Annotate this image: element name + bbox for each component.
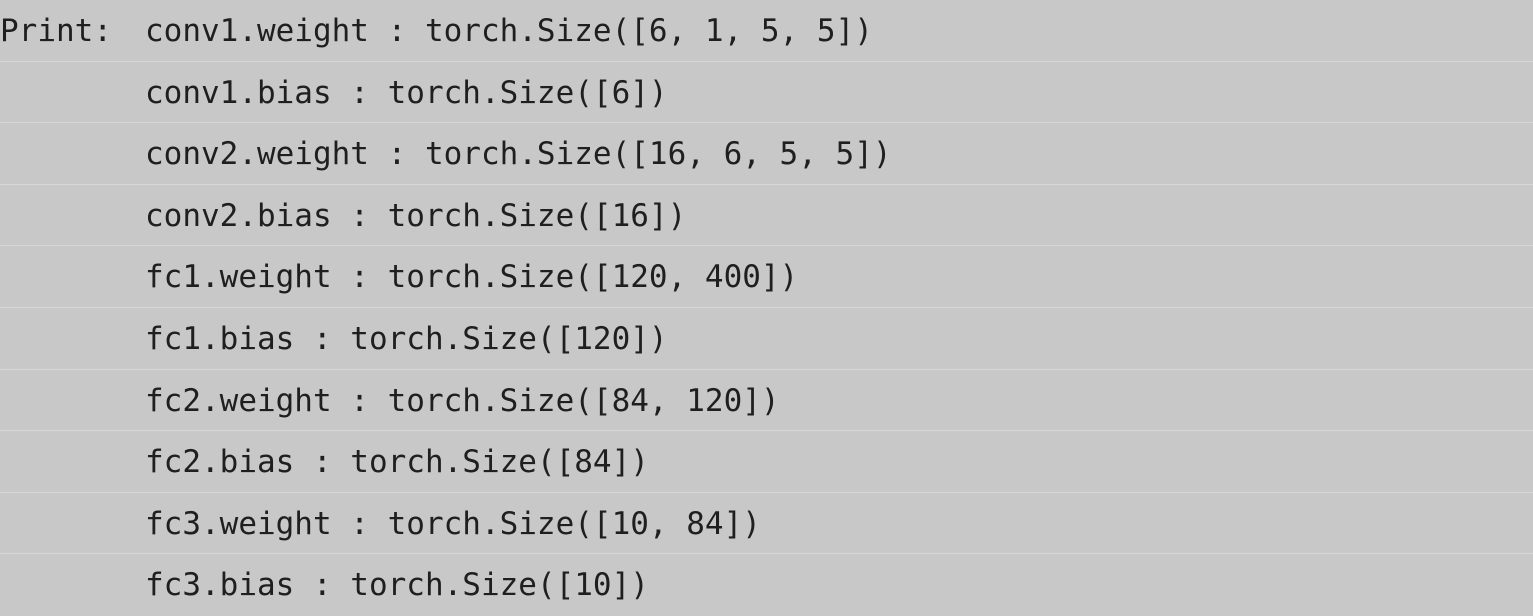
print-label: Print: bbox=[0, 13, 112, 49]
output-line: fc1.bias : torch.Size([120]) bbox=[0, 308, 1533, 370]
output-line: Print: conv1.weight : torch.Size([6, 1, … bbox=[0, 0, 1533, 62]
output-line: fc1.weight : torch.Size([120, 400]) bbox=[0, 246, 1533, 308]
output-line: fc2.weight : torch.Size([84, 120]) bbox=[0, 370, 1533, 432]
output-line: fc3.weight : torch.Size([10, 84]) bbox=[0, 493, 1533, 555]
parameter-shape-text: fc3.weight : torch.Size([10, 84]) bbox=[145, 505, 761, 542]
parameter-shape-text: conv1.bias : torch.Size([6]) bbox=[145, 74, 668, 111]
output-line: fc2.bias : torch.Size([84]) bbox=[0, 431, 1533, 493]
parameter-shape-text: conv2.bias : torch.Size([16]) bbox=[145, 197, 687, 234]
output-line: conv2.bias : torch.Size([16]) bbox=[0, 185, 1533, 247]
output-line: fc3.bias : torch.Size([10]) bbox=[0, 554, 1533, 616]
parameter-shape-text: fc1.bias : torch.Size([120]) bbox=[145, 320, 668, 357]
parameter-shape-text: fc1.weight : torch.Size([120, 400]) bbox=[145, 259, 799, 296]
output-line: conv1.bias : torch.Size([6]) bbox=[0, 62, 1533, 124]
parameter-shape-text: fc3.bias : torch.Size([10]) bbox=[145, 567, 649, 604]
output-line: conv2.weight : torch.Size([16, 6, 5, 5]) bbox=[0, 123, 1533, 185]
parameter-shape-text: conv2.weight : torch.Size([16, 6, 5, 5]) bbox=[145, 136, 892, 173]
parameter-shape-text: fc2.bias : torch.Size([84]) bbox=[145, 444, 649, 481]
parameter-shape-text: conv1.weight : torch.Size([6, 1, 5, 5]) bbox=[145, 13, 873, 49]
console-output: Print: conv1.weight : torch.Size([6, 1, … bbox=[0, 0, 1533, 616]
parameter-shape-text: fc2.weight : torch.Size([84, 120]) bbox=[145, 382, 780, 419]
